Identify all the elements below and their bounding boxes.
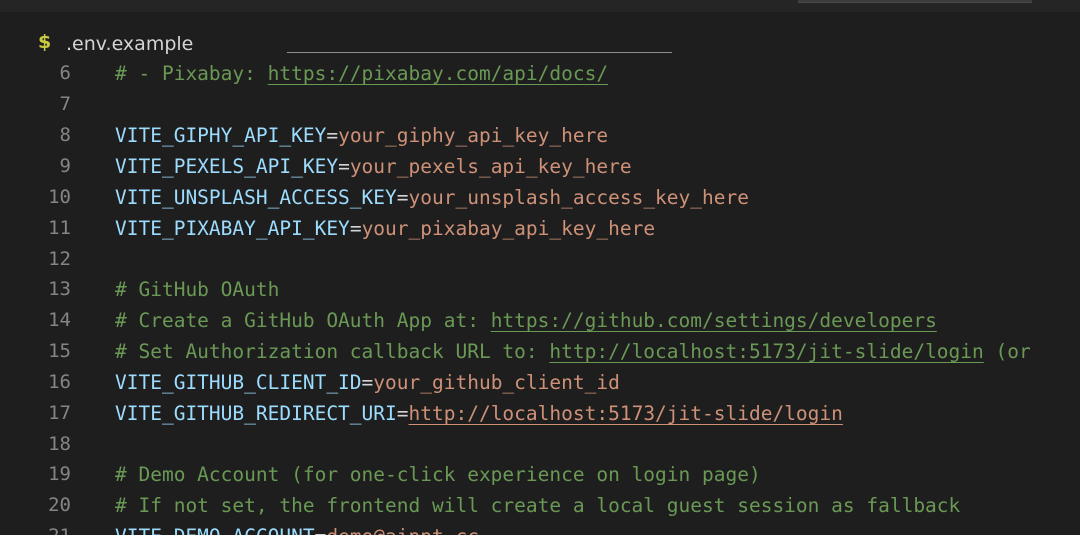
code-text: VITE_GITHUB_REDIRECT_URI=http://localhos… — [115, 398, 843, 429]
env-value: your_giphy_api_key_here — [338, 124, 609, 147]
line-number: 9 — [59, 155, 71, 177]
code-line: 11 VITE_PIXABAY_API_KEY=your_pixabay_api… — [0, 213, 1080, 244]
code-line: 10 VITE_UNSPLASH_ACCESS_KEY=your_unsplas… — [0, 182, 1080, 213]
env-value: your_github_client_id — [373, 371, 620, 394]
line-number: 14 — [48, 309, 71, 331]
comment-link[interactable]: http://localhost:5173/jit-slide/login — [549, 340, 983, 363]
line-number: 13 — [48, 278, 71, 300]
env-value: your_pixabay_api_key_here — [361, 217, 656, 240]
code-text: # - Pixabay: https://pixabay.com/api/doc… — [115, 58, 608, 89]
comment-text: # GitHub OAuth — [115, 278, 280, 301]
env-key: VITE_PIXABAY_API_KEY — [115, 217, 350, 240]
equals-sign: = — [396, 186, 409, 209]
equals-sign: = — [315, 525, 327, 535]
code-line: 19 # Demo Account (for one-click experie… — [0, 459, 1080, 490]
equals-sign: = — [396, 402, 409, 425]
env-key: VITE_DEMO_ACCOUNT — [115, 525, 315, 535]
comment-text: # Set Authorization callback URL to: — [115, 340, 550, 363]
code-text: VITE_DEMO_ACCOUNT=demo@aippt.cc — [115, 521, 479, 535]
code-text: # Set Authorization callback URL to: htt… — [115, 336, 1031, 367]
equals-sign: = — [361, 371, 374, 394]
code-line: 12 — [0, 244, 1080, 275]
line-number: 10 — [48, 186, 71, 208]
line-number: 12 — [48, 248, 71, 270]
code-line: 13 # GitHub OAuth — [0, 274, 1080, 305]
code-editor[interactable]: 6 # - Pixabay: https://pixabay.com/api/d… — [0, 52, 1080, 535]
env-key: VITE_UNSPLASH_ACCESS_KEY — [115, 186, 397, 209]
code-text: VITE_GITHUB_CLIENT_ID=your_github_client… — [115, 367, 620, 398]
equals-sign: = — [349, 217, 362, 240]
env-key: VITE_GIPHY_API_KEY — [115, 124, 327, 147]
comment-link[interactable]: https://pixabay.com/api/docs/ — [268, 62, 608, 85]
code-text: VITE_UNSPLASH_ACCESS_KEY=your_unsplash_a… — [115, 182, 749, 213]
tab-bar: $ .env.example — [0, 12, 1080, 55]
code-line: 9 VITE_PEXELS_API_KEY=your_pexels_api_ke… — [0, 151, 1080, 182]
code-text: VITE_GIPHY_API_KEY=your_giphy_api_key_he… — [115, 120, 608, 151]
env-value: your_unsplash_access_key_here — [408, 186, 749, 209]
code-line: 21 VITE_DEMO_ACCOUNT=demo@aippt.cc — [0, 521, 1080, 535]
line-number: 15 — [48, 340, 71, 362]
equals-sign: = — [338, 155, 350, 178]
line-number: 17 — [48, 402, 71, 424]
line-number: 11 — [48, 217, 71, 239]
code-line: 7 — [0, 89, 1080, 120]
top-bar — [0, 0, 1080, 12]
code-line: 20 # If not set, the frontend will creat… — [0, 490, 1080, 521]
line-number: 8 — [59, 124, 71, 146]
env-value-link[interactable]: http://localhost:5173/jit-slide/login — [409, 402, 843, 425]
code-line: 16 VITE_GITHUB_CLIENT_ID=your_github_cli… — [0, 367, 1080, 398]
code-line: 15 # Set Authorization callback URL to: … — [0, 336, 1080, 367]
env-key: VITE_GITHUB_CLIENT_ID — [115, 371, 362, 394]
code-line: 8 VITE_GIPHY_API_KEY=your_giphy_api_key_… — [0, 120, 1080, 151]
code-line: 17 VITE_GITHUB_REDIRECT_URI=http://local… — [0, 398, 1080, 429]
dollar-sign-icon: $ — [38, 31, 52, 53]
partial-link-underline — [287, 52, 672, 53]
code-line: 14 # Create a GitHub OAuth App at: https… — [0, 305, 1080, 336]
code-text: # Create a GitHub OAuth App at: https://… — [115, 305, 937, 336]
search-input[interactable] — [798, 0, 1032, 3]
line-number: 7 — [59, 93, 71, 115]
equals-sign: = — [326, 124, 339, 147]
line-number: 16 — [48, 371, 71, 393]
code-line: 6 # - Pixabay: https://pixabay.com/api/d… — [0, 58, 1080, 89]
line-number: 19 — [48, 463, 71, 485]
comment-text: # Demo Account (for one-click experience… — [115, 463, 761, 486]
comment-link[interactable]: https://github.com/settings/developers — [491, 309, 937, 332]
code-line: 18 — [0, 429, 1080, 460]
comment-text: # Create a GitHub OAuth App at: — [115, 309, 491, 332]
line-number: 20 — [48, 494, 71, 516]
comment-text: (or — [983, 340, 1031, 363]
line-number: 18 — [48, 433, 71, 455]
comment-text: # If not set, the frontend will create a… — [115, 494, 961, 517]
line-number: 6 — [59, 62, 71, 84]
env-value: your_pexels_api_key_here — [349, 155, 632, 178]
code-text: VITE_PEXELS_API_KEY=your_pexels_api_key_… — [115, 151, 632, 182]
comment-text: # - Pixabay: — [115, 62, 268, 85]
code-text: VITE_PIXABAY_API_KEY=your_pixabay_api_ke… — [115, 213, 655, 244]
env-key: VITE_GITHUB_REDIRECT_URI — [115, 402, 397, 425]
env-key: VITE_PEXELS_API_KEY — [115, 155, 339, 178]
env-value: demo@aippt.cc — [326, 525, 479, 535]
line-number: 21 — [0, 521, 71, 535]
